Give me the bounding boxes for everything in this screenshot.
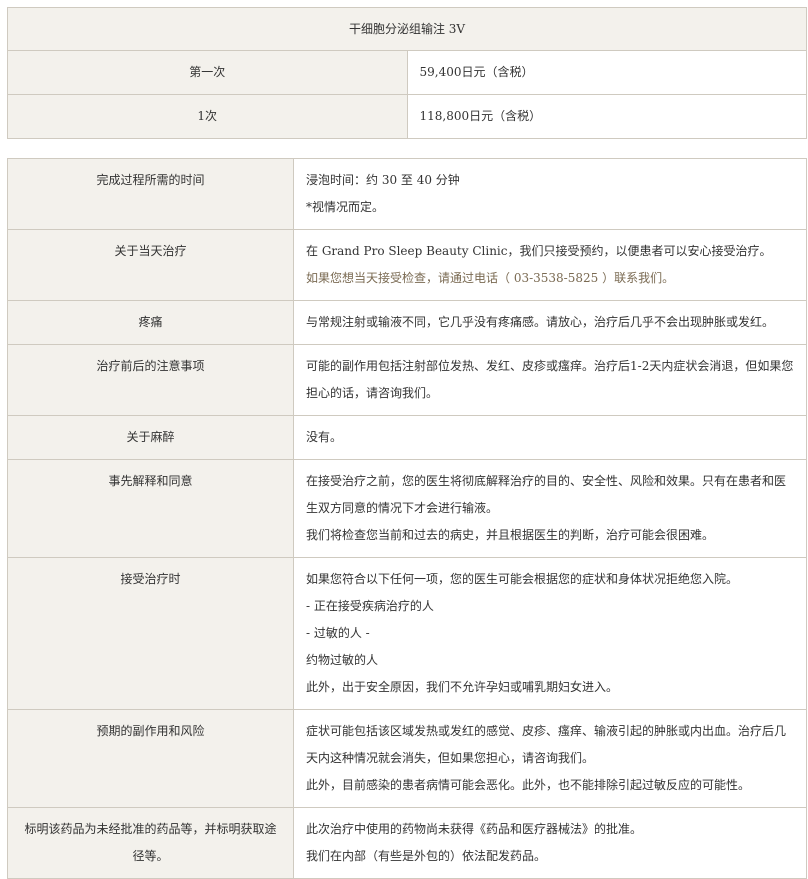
- table-row: 预期的副作用和风险 症状可能包括该区域发热或发红的感觉、皮疹、瘙痒、输液引起的肿…: [7, 709, 807, 808]
- price-table-title: 干细胞分泌组输注 3V: [7, 7, 807, 51]
- row-text: 浸泡时间：约 30 至 40 分钟: [306, 173, 460, 187]
- row-text: 此次治疗中使用的药物尚未获得《药品和医疗器械法》的批准。: [306, 822, 643, 836]
- table-row: 第一次 59,400日元（含税）: [7, 50, 807, 95]
- row-label: 事先解释和同意: [7, 459, 294, 558]
- row-text: 我们在内部（有些是外包的）依法配发药品。: [306, 849, 547, 863]
- table-row: 事先解释和同意 在接受治疗之前，您的医生将彻底解释治疗的目的、安全性、风险和效果…: [7, 459, 807, 558]
- row-text: 此外，出于安全原因，我们不允许孕妇或哺乳期妇女进入。: [306, 680, 619, 694]
- row-label: 接受治疗时: [7, 557, 294, 710]
- table-row: 1次 118,800日元（含税）: [7, 94, 807, 139]
- row-value: 118,800日元（含税）: [406, 94, 807, 139]
- row-value: 59,400日元（含税）: [406, 50, 807, 95]
- row-text: 此外，目前感染的患者病情可能会恶化。此外，也不能排除引起过敏反应的可能性。: [306, 778, 751, 792]
- row-label: 关于当天治疗: [7, 229, 294, 301]
- phone-contact-text[interactable]: 如果您想当天接受检查，请通过电话（ 03-3538-5825 ）联系我们。: [306, 265, 794, 292]
- row-text: 如果您符合以下任何一项，您的医生可能会根据您的症状和身体状况拒绝您入院。: [306, 572, 739, 586]
- row-value: 没有。: [293, 415, 807, 460]
- row-value: 症状可能包括该区域发热或发红的感觉、皮疹、瘙痒、输液引起的肿胀或内出血。治疗后几…: [293, 709, 807, 808]
- table-row: 接受治疗时 如果您符合以下任何一项，您的医生可能会根据您的症状和身体状况拒绝您入…: [7, 557, 807, 710]
- row-text: 在 Grand Pro Sleep Beauty Clinic，我们只接受预约，…: [306, 244, 772, 258]
- info-table: 完成过程所需的时间 浸泡时间：约 30 至 40 分钟 *视情况而定。 关于当天…: [7, 158, 807, 879]
- price-table: 干细胞分泌组输注 3V 第一次 59,400日元（含税） 1次 118,800日…: [7, 7, 807, 139]
- row-label: 治疗前后的注意事项: [7, 344, 294, 416]
- row-text: 在接受治疗之前，您的医生将彻底解释治疗的目的、安全性、风险和效果。只有在患者和医…: [306, 474, 787, 515]
- row-label: 关于麻醉: [7, 415, 294, 460]
- row-value: 浸泡时间：约 30 至 40 分钟 *视情况而定。: [293, 158, 807, 230]
- row-value: 与常规注射或输液不同，它几乎没有疼痛感。请放心，治疗后几乎不会出现肿胀或发红。: [293, 300, 807, 345]
- row-value: 此次治疗中使用的药物尚未获得《药品和医疗器械法》的批准。 我们在内部（有些是外包…: [293, 807, 807, 879]
- row-value: 可能的副作用包括注射部位发热、发红、皮疹或瘙痒。治疗后1-2天内症状会消退，但如…: [293, 344, 807, 416]
- row-value: 如果您符合以下任何一项，您的医生可能会根据您的症状和身体状况拒绝您入院。 - 正…: [293, 557, 807, 710]
- row-text: 与常规注射或输液不同，它几乎没有疼痛感。请放心，治疗后几乎不会出现肿胀或发红。: [306, 315, 775, 329]
- row-text: 没有。: [306, 430, 343, 444]
- table-row: 标明该药品为未经批准的药品等，并标明获取途径等。 此次治疗中使用的药物尚未获得《…: [7, 807, 807, 879]
- row-label: 1次: [7, 94, 408, 139]
- row-text: *视情况而定。: [306, 200, 385, 214]
- row-value: 在 Grand Pro Sleep Beauty Clinic，我们只接受预约，…: [293, 229, 807, 301]
- table-row: 疼痛 与常规注射或输液不同，它几乎没有疼痛感。请放心，治疗后几乎不会出现肿胀或发…: [7, 300, 807, 345]
- row-text: 我们将检查您当前和过去的病史，并且根据医生的判断，治疗可能会很困难。: [306, 528, 715, 542]
- row-text: 症状可能包括该区域发热或发红的感觉、皮疹、瘙痒、输液引起的肿胀或内出血。治疗后几…: [306, 724, 787, 765]
- page: 干细胞分泌组输注 3V 第一次 59,400日元（含税） 1次 118,800日…: [0, 0, 808, 879]
- row-label: 标明该药品为未经批准的药品等，并标明获取途径等。: [7, 807, 294, 879]
- row-label: 第一次: [7, 50, 408, 95]
- table-row: 关于麻醉 没有。: [7, 415, 807, 460]
- row-text: 可能的副作用包括注射部位发热、发红、皮疹或瘙痒。治疗后1-2天内症状会消退，但如…: [306, 359, 794, 400]
- table-row: 关于当天治疗 在 Grand Pro Sleep Beauty Clinic，我…: [7, 229, 807, 301]
- row-text: 约物过敏的人: [306, 653, 379, 667]
- row-label: 预期的副作用和风险: [7, 709, 294, 808]
- row-text: - 正在接受疾病治疗的人: [306, 599, 434, 613]
- table-row: 治疗前后的注意事项 可能的副作用包括注射部位发热、发红、皮疹或瘙痒。治疗后1-2…: [7, 344, 807, 416]
- row-text: - 过敏的人 -: [306, 626, 370, 640]
- row-label: 完成过程所需的时间: [7, 158, 294, 230]
- row-label: 疼痛: [7, 300, 294, 345]
- table-row: 完成过程所需的时间 浸泡时间：约 30 至 40 分钟 *视情况而定。: [7, 158, 807, 230]
- row-value: 在接受治疗之前，您的医生将彻底解释治疗的目的、安全性、风险和效果。只有在患者和医…: [293, 459, 807, 558]
